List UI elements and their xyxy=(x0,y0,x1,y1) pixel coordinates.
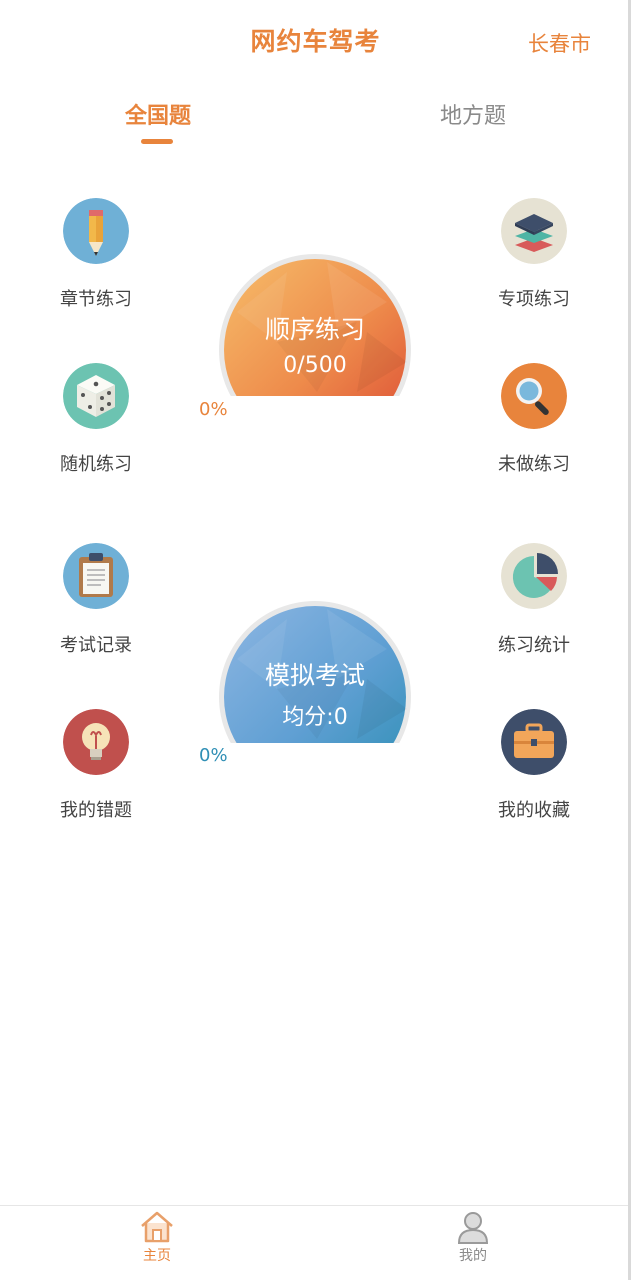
chapter-practice-label: 章节练习 xyxy=(60,289,132,310)
chapter-practice-button[interactable] xyxy=(63,198,129,264)
layers-icon xyxy=(501,198,567,264)
favorites-button[interactable] xyxy=(501,709,567,775)
tab-national[interactable]: 全国题 xyxy=(78,98,238,130)
favorites-label: 我的收藏 xyxy=(498,800,570,821)
city-selector[interactable]: 长春市 xyxy=(528,28,591,58)
lightbulb-icon xyxy=(63,709,129,775)
pie-chart-icon xyxy=(501,543,567,609)
exam-records-label: 考试记录 xyxy=(60,635,132,656)
user-icon xyxy=(457,1212,489,1244)
wrong-questions-button[interactable] xyxy=(63,709,129,775)
topic-practice-label: 专项练习 xyxy=(498,289,570,310)
unanswered-practice-button[interactable] xyxy=(501,363,567,429)
sequential-practice-progress: 0/500 xyxy=(283,353,347,378)
exam-percent: 0% xyxy=(199,745,228,766)
active-tab-indicator xyxy=(141,139,173,144)
unanswered-practice-label: 未做练习 xyxy=(498,454,570,475)
mock-exam-average: 均分:0 xyxy=(282,705,348,730)
home-icon xyxy=(141,1211,173,1243)
practice-percent: 0% xyxy=(199,399,228,420)
practice-stats-label: 练习统计 xyxy=(498,635,570,656)
mock-exam-title: 模拟考试 xyxy=(264,661,365,690)
dice-icon xyxy=(63,363,129,429)
clipboard-icon xyxy=(63,543,129,609)
sequential-practice-title: 顺序练习 xyxy=(264,315,365,344)
bottom-nav-bar xyxy=(0,1205,631,1280)
exam-records-button[interactable] xyxy=(63,543,129,609)
magnifier-icon xyxy=(501,363,567,429)
wrong-questions-label: 我的错题 xyxy=(60,800,132,821)
practice-stats-button[interactable] xyxy=(501,543,567,609)
briefcase-icon xyxy=(501,709,567,775)
topic-practice-button[interactable] xyxy=(501,198,567,264)
random-practice-button[interactable] xyxy=(63,363,129,429)
nav-home[interactable]: 主页 xyxy=(97,1210,217,1265)
nav-profile-label: 我的 xyxy=(459,1248,487,1264)
random-practice-label: 随机练习 xyxy=(60,454,132,475)
nav-home-label: 主页 xyxy=(143,1248,171,1264)
tab-local[interactable]: 地方题 xyxy=(393,98,553,130)
nav-profile[interactable]: 我的 xyxy=(413,1210,533,1265)
pencil-icon xyxy=(63,198,129,264)
